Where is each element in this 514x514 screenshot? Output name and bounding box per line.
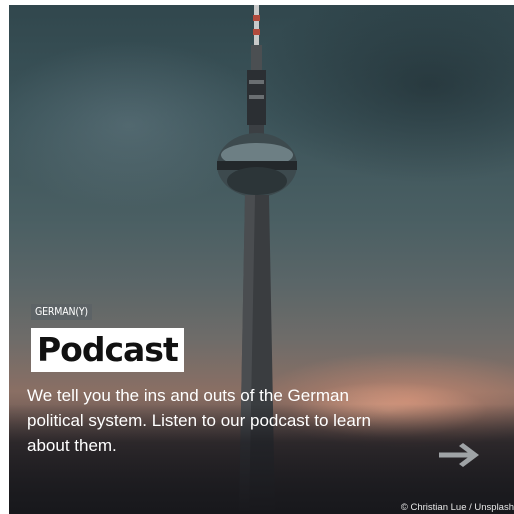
podcast-teaser-card[interactable]: GERMAN(Y) Podcast We tell you the ins an…	[9, 5, 514, 514]
arrow-right-icon[interactable]	[437, 441, 481, 469]
card-description: We tell you the ins and outs of the Germ…	[27, 386, 371, 455]
card-title[interactable]: Podcast	[31, 328, 184, 372]
category-tag[interactable]: GERMAN(Y)	[31, 304, 92, 320]
photo-credit: © Christian Lue / Unsplash	[400, 502, 514, 513]
